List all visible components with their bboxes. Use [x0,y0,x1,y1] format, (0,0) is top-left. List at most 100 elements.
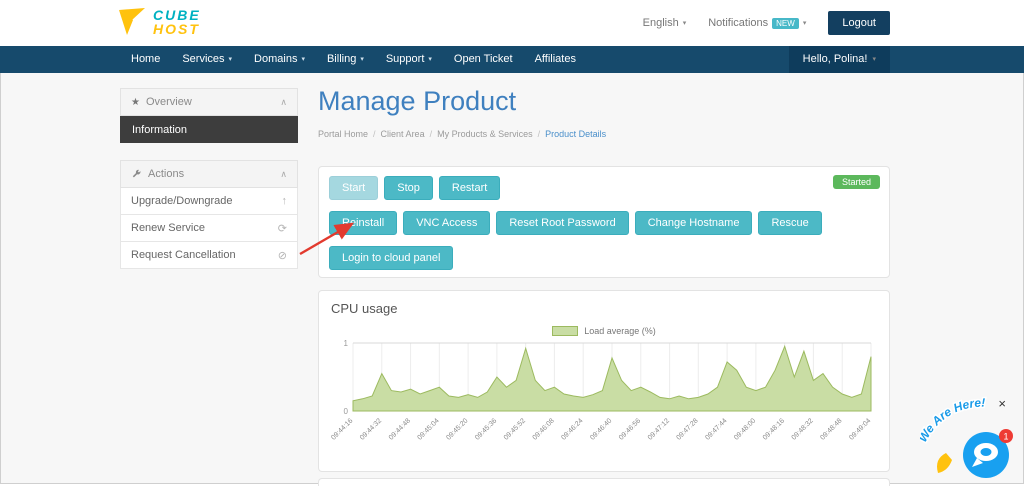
start-button[interactable]: Start [329,176,379,200]
chevron-down-icon: ▾ [682,20,687,27]
actions-panel: Actions ∧ Upgrade/Downgrade ↑ Renew Serv… [120,160,298,269]
svg-text:09:47:44: 09:47:44 [704,417,728,441]
svg-text:09:46:56: 09:46:56 [618,417,642,441]
chevron-down-icon: ▾ [802,20,807,27]
cpu-usage-chart: 0109:44:16 09:44:32 09:44:48 09:45:04 09:45:… [330,339,872,442]
power-button-row: Start Stop Restart [329,176,879,200]
chevron-up-icon: ∧ [280,168,287,179]
sidebar-item-renew-service[interactable]: Renew Service ⟳ [120,215,298,242]
star-icon: ★ [131,96,140,108]
wrench-icon [132,169,141,177]
renew-icon: ⟳ [277,222,287,235]
chevron-down-icon: ▾ [301,56,305,63]
nav-item-domains[interactable]: Domains ▾ [243,46,316,73]
logo-text: CUBE HOST [153,8,201,36]
chevron-up-icon: ∧ [280,96,287,107]
actions-title: Actions [148,168,185,180]
new-badge: NEW [772,17,799,29]
svg-text:09:44:32: 09:44:32 [359,417,383,441]
reset-root-password-button[interactable]: Reset Root Password [496,211,629,235]
sidebar-item-upgrade-downgrade[interactable]: Upgrade/Downgrade ↑ [120,188,298,215]
legend-label: Load average (%) [584,326,656,336]
page: CUBE HOST English ▾ Notifications NEW ▾ … [0,0,1024,486]
header-right: English ▾ Notifications NEW ▾ Logout [643,0,890,46]
restart-button[interactable]: Restart [438,176,501,200]
chat-hand-graphic [937,453,952,473]
breadcrumb-separator: / [373,129,376,139]
svg-text:09:48:32: 09:48:32 [791,417,815,441]
cpu-usage-title: CPU usage [331,301,398,316]
annotation-arrow [299,222,355,256]
nav-item-billing[interactable]: Billing ▾ [316,46,375,73]
notifications-label: Notifications [708,17,769,29]
sidebar: ★ Overview ∧ Information Actions ∧ Upgra… [120,88,298,269]
chat-badge-count: 1 [1003,432,1008,442]
chat-widget: × We Are Here! 1 [914,394,1020,481]
svg-text:09:49:04: 09:49:04 [848,417,872,441]
nav-item-open-ticket[interactable]: Open Ticket [443,46,524,73]
panel-button-row: Login to cloud panel [329,246,879,270]
svg-text:09:48:00: 09:48:00 [733,417,757,441]
change-hostname-button[interactable]: Change Hostname [634,211,753,235]
nav-item-affiliates[interactable]: Affiliates [524,46,587,73]
language-selector[interactable]: English ▾ [643,17,687,29]
svg-text:0: 0 [344,407,349,416]
chart-legend: Load average (%) [331,325,877,337]
breadcrumb-product-details[interactable]: Product Details [545,129,606,139]
stop-button[interactable]: Stop [384,176,433,200]
svg-text:09:47:12: 09:47:12 [647,417,671,441]
notifications-menu[interactable]: Notifications NEW ▾ [708,17,806,29]
cancel-icon: ⊘ [277,249,287,262]
svg-text:09:44:16: 09:44:16 [331,417,354,441]
overview-panel-header[interactable]: ★ Overview ∧ [120,88,298,116]
breadcrumb-separator: / [537,129,541,139]
breadcrumb-portal-home[interactable]: Portal Home [318,129,368,139]
breadcrumb-client-area[interactable]: Client Area [381,129,425,139]
breadcrumb-my-products[interactable]: My Products & Services [437,129,533,139]
legend-swatch [552,326,579,336]
svg-text:09:45:20: 09:45:20 [445,417,469,441]
vnc-access-button[interactable]: VNC Access [403,211,491,235]
user-menu[interactable]: Hello, Polina! ▾ [788,46,890,73]
chevron-down-icon: ▾ [428,56,432,63]
chevron-down-icon: ▾ [228,56,233,63]
chevron-down-icon: ▾ [872,56,876,63]
logo[interactable]: CUBE HOST [118,7,201,37]
cpu-usage-card: CPU usage Load average (%) 0 1 09:44:16 09:… [318,290,890,472]
rescue-button[interactable]: Rescue [758,211,822,235]
svg-text:09:47:28: 09:47:28 [675,417,699,441]
overview-title: Overview [145,96,192,108]
chevron-down-icon: ▾ [360,56,364,63]
sidebar-item-information[interactable]: Information [120,116,298,143]
actions-panel-header[interactable]: Actions ∧ [120,160,298,188]
svg-text:09:46:24: 09:46:24 [560,417,584,441]
svg-text:1: 1 [344,339,349,348]
logo-icon [119,8,145,35]
product-controls-card: Started Start Stop Restart Reinstall VNC… [318,166,890,278]
svg-text:09:45:36: 09:45:36 [474,417,498,441]
top-header: CUBE HOST English ▾ Notifications NEW ▾ … [0,0,1024,46]
logo-cube: CUBE [153,7,201,23]
sidebar-item-request-cancellation[interactable]: Request Cancellation ⊘ [120,242,298,269]
svg-text:09:45:52: 09:45:52 [503,417,527,441]
svg-text:09:46:40: 09:46:40 [589,417,613,441]
status-badge: Started [832,175,880,189]
next-card-edge [318,478,890,486]
svg-text:09:46:08: 09:46:08 [532,417,556,441]
svg-text:09:44:48: 09:44:48 [388,417,412,441]
logo-host: HOST [153,21,200,37]
chat-close-icon[interactable]: × [998,397,1006,410]
svg-text:09:48:16: 09:48:16 [762,417,786,441]
breadcrumb-separator: / [429,129,433,139]
page-title: Manage Product [318,86,517,116]
nav-item-home[interactable]: Home [120,46,171,73]
logout-button[interactable]: Logout [828,11,890,35]
upgrade-icon: ↑ [281,195,288,207]
svg-text:09:45:04: 09:45:04 [416,417,440,441]
greeting-label: Hello, Polina! [802,53,868,65]
management-button-row: Reinstall VNC Access Reset Root Password… [329,211,879,235]
nav-item-support[interactable]: Support ▾ [375,46,443,73]
nav-item-services[interactable]: Services ▾ [171,46,243,73]
svg-text:09:48:48: 09:48:48 [819,417,843,441]
language-label: English [642,17,679,29]
